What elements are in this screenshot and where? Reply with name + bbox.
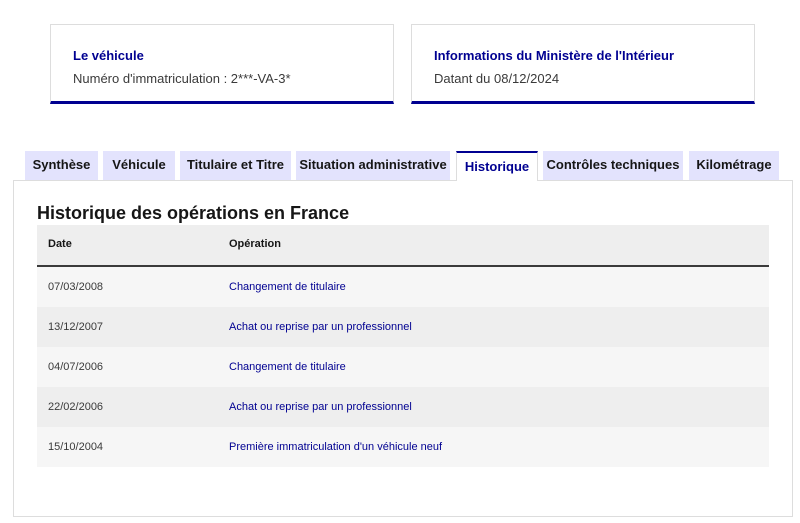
- history-panel: Historique des opérations en France Date…: [13, 180, 793, 517]
- ministry-card-title: Informations du Ministère de l'Intérieur: [434, 48, 675, 63]
- ministry-card: Informations du Ministère de l'Intérieur…: [411, 24, 755, 104]
- row-operation-link[interactable]: Changement de titulaire: [229, 347, 346, 387]
- row-operation-link[interactable]: Première immatriculation d'un véhicule n…: [229, 427, 442, 467]
- panel-title: Historique des opérations en France: [37, 203, 350, 223]
- column-header-date: Date: [48, 238, 72, 250]
- table-row: 22/02/2006 Achat ou reprise par un profe…: [37, 387, 769, 427]
- table-row: 04/07/2006 Changement de titulaire: [37, 347, 769, 387]
- table-row: 15/10/2004 Première immatriculation d'un…: [37, 427, 769, 467]
- row-date: 22/02/2006: [48, 401, 104, 413]
- tab-vehicule[interactable]: Véhicule: [103, 151, 175, 180]
- vehicle-card: Le véhicule Numéro d'immatriculation : 2…: [50, 24, 394, 104]
- table-body: 07/03/2008 Changement de titulaire 13/12…: [37, 267, 769, 467]
- vehicle-card-title: Le véhicule: [73, 48, 144, 63]
- data-date-text: Datant du 08/12/2024: [434, 71, 560, 86]
- row-operation-link[interactable]: Achat ou reprise par un professionnel: [229, 307, 412, 347]
- table-header: Date Opération: [37, 225, 769, 267]
- tab-kilometrage[interactable]: Kilométrage: [689, 151, 779, 180]
- tab-historique[interactable]: Historique: [456, 151, 538, 181]
- table-row: 13/12/2007 Achat ou reprise par un profe…: [37, 307, 769, 347]
- row-operation-link[interactable]: Achat ou reprise par un professionnel: [229, 387, 412, 427]
- column-header-operation: Opération: [229, 238, 281, 250]
- row-date: 15/10/2004: [48, 441, 104, 453]
- history-table: Date Opération 07/03/2008 Changement de …: [37, 225, 769, 467]
- row-date: 07/03/2008: [48, 281, 104, 293]
- tab-titulaire[interactable]: Titulaire et Titre: [180, 151, 291, 180]
- row-date: 04/07/2006: [48, 361, 104, 373]
- tab-controles-techniques[interactable]: Contrôles techniques: [543, 151, 683, 180]
- plate-number-text: Numéro d'immatriculation : 2***-VA-3*: [73, 71, 291, 86]
- tab-situation-administrative[interactable]: Situation administrative: [296, 151, 450, 180]
- table-row: 07/03/2008 Changement de titulaire: [37, 267, 769, 307]
- tab-synthese[interactable]: Synthèse: [25, 151, 98, 180]
- row-operation-link[interactable]: Changement de titulaire: [229, 267, 346, 307]
- row-date: 13/12/2007: [48, 321, 104, 333]
